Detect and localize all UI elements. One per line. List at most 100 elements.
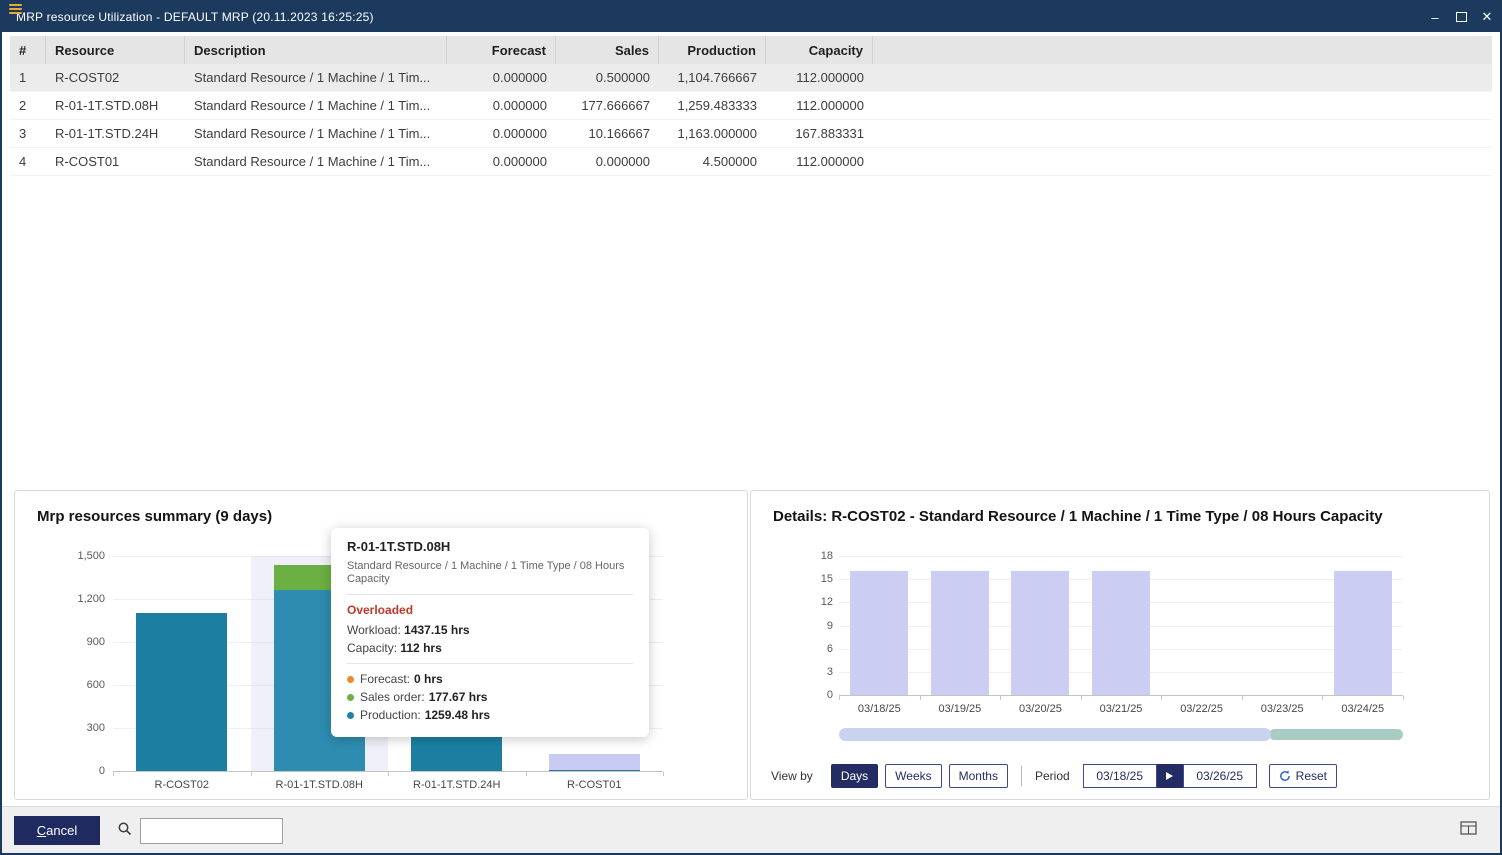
bar-slot[interactable]	[1161, 556, 1242, 695]
range-slider-remainder[interactable]	[1269, 729, 1403, 740]
minimize-button[interactable]: –	[1422, 2, 1448, 32]
cell-description: Standard Resource / 1 Machine / 1 Tim...	[185, 148, 447, 175]
axis-tick	[1403, 696, 1404, 700]
tooltip-legend-item: Sales order:177.67 hrs	[347, 690, 633, 704]
bar-capacity[interactable]	[1334, 571, 1392, 695]
cell-resource: R-COST02	[46, 64, 185, 91]
cell-capacity: 167.883331	[766, 120, 873, 147]
bar-capacity[interactable]	[1092, 571, 1150, 695]
axis-tick	[1242, 696, 1243, 700]
bar-production[interactable]	[549, 770, 640, 771]
cell-production: 4.500000	[659, 148, 766, 175]
view-days-button[interactable]: Days	[831, 764, 878, 788]
axis-tick	[388, 772, 389, 776]
column-header[interactable]: Description	[185, 36, 447, 64]
x-tick-label: R-COST01	[526, 772, 664, 791]
x-tick-label: 03/24/25	[1322, 696, 1403, 715]
legend-value: 0 hrs	[414, 672, 443, 686]
x-tick-label: 03/19/25	[920, 696, 1001, 715]
summary-y-axis: 1,5001,2009006003000	[51, 556, 105, 771]
column-header[interactable]: #	[10, 36, 46, 64]
view-weeks-button[interactable]: Weeks	[885, 764, 941, 788]
table-row[interactable]: 1R-COST02Standard Resource / 1 Machine /…	[10, 64, 1492, 92]
legend-label: Production:	[360, 708, 421, 722]
column-header[interactable]: Resource	[46, 36, 185, 64]
x-tick-label: R-01-1T.STD.08H	[251, 772, 389, 791]
axis-tick	[1081, 696, 1082, 700]
bar-slot[interactable]	[920, 556, 1001, 695]
capacity-value: 112 hrs	[400, 641, 441, 655]
table-row[interactable]: 4R-COST01Standard Resource / 1 Machine /…	[10, 148, 1492, 176]
maximize-icon	[1456, 12, 1467, 22]
cell-num: 1	[10, 64, 46, 91]
cell-sales: 0.500000	[556, 64, 659, 91]
column-header[interactable]: Sales	[556, 36, 659, 64]
cell-forecast: 0.000000	[447, 148, 556, 175]
x-tick-label: 03/21/25	[1081, 696, 1162, 715]
cell-capacity: 112.000000	[766, 92, 873, 119]
y-tick-label: 1,200	[51, 593, 105, 605]
search-icon	[117, 821, 133, 842]
range-slider-selection[interactable]	[839, 728, 1271, 741]
cell-resource: R-COST01	[46, 148, 185, 175]
table-row[interactable]: 3R-01-1T.STD.24HStandard Resource / 1 Ma…	[10, 120, 1492, 148]
y-tick-label: 900	[51, 636, 105, 648]
column-header[interactable]: Production	[659, 36, 766, 64]
reset-button[interactable]: Reset	[1269, 764, 1337, 788]
legend-label: Forecast:	[360, 672, 410, 686]
cell-num: 2	[10, 92, 46, 119]
bar-capacity[interactable]	[1011, 571, 1069, 695]
tooltip-legend-item: Production:1259.48 hrs	[347, 708, 633, 722]
view-months-button[interactable]: Months	[949, 764, 1008, 788]
bar-capacity[interactable]	[931, 571, 989, 695]
column-header[interactable]: Forecast	[447, 36, 556, 64]
details-title: Details: R-COST02 - Standard Resource / …	[773, 508, 1383, 525]
y-tick-label: 15	[781, 573, 833, 585]
capacity-label: Capacity:	[347, 641, 397, 655]
workload-value: 1437.15 hrs	[404, 623, 469, 637]
cell-production: 1,259.483333	[659, 92, 766, 119]
legend-value: 177.67 hrs	[429, 690, 488, 704]
bar-slot[interactable]	[1000, 556, 1081, 695]
axis-tick	[839, 696, 840, 700]
x-tick-label: 03/22/25	[1161, 696, 1242, 715]
column-header-filler	[873, 36, 1492, 64]
period-start-input[interactable]: 03/18/25	[1083, 764, 1157, 788]
axis-tick	[663, 772, 664, 776]
window-title: MRP resource Utilization - DEFAULT MRP (…	[16, 10, 374, 24]
chart-tooltip: R-01-1T.STD.08H Standard Resource / 1 Ma…	[331, 528, 649, 737]
cell-capacity: 112.000000	[766, 148, 873, 175]
close-button[interactable]: ✕	[1474, 2, 1500, 32]
x-tick-label: 03/18/25	[839, 696, 920, 715]
maximize-button[interactable]	[1448, 2, 1474, 32]
advance-period-button[interactable]	[1157, 764, 1183, 788]
table-header: #ResourceDescriptionForecastSalesProduct…	[10, 36, 1492, 64]
cancel-button[interactable]: Cancel	[14, 816, 100, 845]
x-tick-label: R-COST02	[113, 772, 251, 791]
bar-slot[interactable]	[1322, 556, 1403, 695]
bar-production[interactable]	[136, 613, 227, 771]
tooltip-subtitle: Standard Resource / 1 Machine / 1 Time T…	[347, 560, 633, 586]
axis-tick	[526, 772, 527, 776]
axis-tick	[1322, 696, 1323, 700]
bar-slot[interactable]	[1081, 556, 1162, 695]
menu-icon[interactable]	[9, 4, 22, 14]
y-tick-label: 600	[51, 679, 105, 691]
bar-slot[interactable]	[839, 556, 920, 695]
range-slider[interactable]	[839, 728, 1403, 741]
bar-capacity[interactable]	[850, 571, 908, 695]
table-body: 1R-COST02 Standard Resource / 1 Machine /…	[10, 64, 1492, 176]
search-input[interactable]	[140, 818, 283, 844]
column-header[interactable]: Capacity	[766, 36, 873, 64]
table-row[interactable]: 2R-01-1T.STD.08HStandard Resource / 1 Ma…	[10, 92, 1492, 120]
bar-slot[interactable]	[113, 556, 251, 771]
bar-slot[interactable]	[1242, 556, 1323, 695]
cell-production: 1,163.000000	[659, 120, 766, 147]
cell-num: 3	[10, 120, 46, 147]
x-tick-label: 03/20/25	[1000, 696, 1081, 715]
datasheet-icon[interactable]	[1460, 820, 1478, 841]
period-end-input[interactable]: 03/26/25	[1183, 764, 1257, 788]
y-tick-label: 9	[781, 620, 833, 632]
tooltip-capacity-row: Capacity: 112 hrs	[347, 641, 633, 655]
bar-capacity[interactable]	[549, 754, 640, 770]
